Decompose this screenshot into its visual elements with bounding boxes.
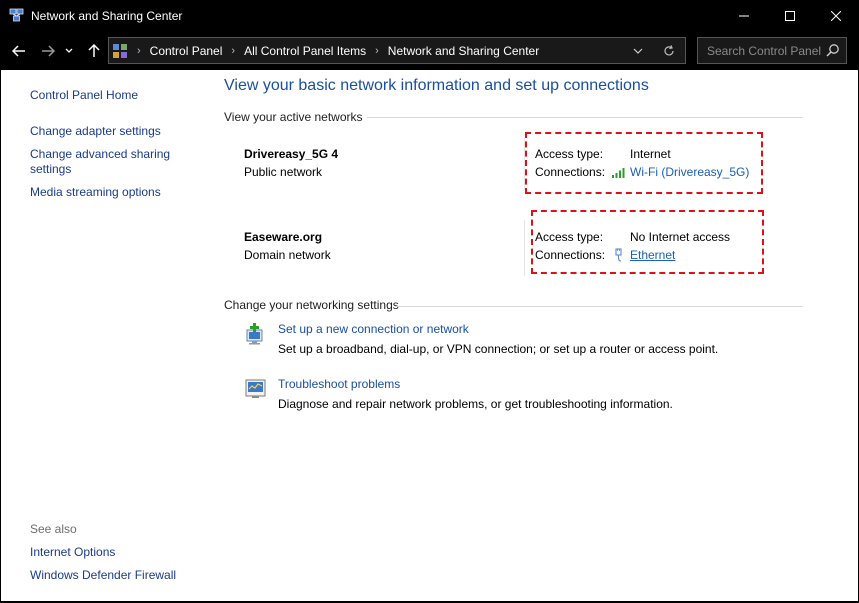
wifi-connection-label: Wi-Fi (Drivereasy_5G) bbox=[630, 165, 750, 179]
section-divider bbox=[395, 306, 803, 307]
recent-locations-button[interactable] bbox=[62, 40, 76, 62]
access-type-label: Access type: bbox=[535, 147, 604, 161]
maximize-icon bbox=[785, 11, 795, 21]
wifi-connection-link[interactable]: Wi-Fi (Drivereasy_5G) bbox=[611, 165, 749, 179]
connections-label: Connections: bbox=[535, 165, 606, 179]
search-icon[interactable] bbox=[826, 43, 840, 57]
window-title: Network and Sharing Center bbox=[31, 9, 183, 23]
troubleshoot-icon bbox=[245, 379, 266, 398]
access-type-value: Internet bbox=[630, 147, 671, 161]
section-divider bbox=[367, 117, 803, 118]
forward-button[interactable] bbox=[37, 40, 59, 62]
sidebar: Control Panel Home Change adapter settin… bbox=[1, 70, 213, 601]
minimize-icon bbox=[739, 15, 749, 17]
control-panel-home-link[interactable]: Control Panel Home bbox=[30, 88, 138, 103]
ethernet-connection-link[interactable]: Ethernet bbox=[613, 248, 675, 262]
breadcrumb-all-items[interactable]: All Control Panel Items bbox=[244, 44, 366, 58]
change-advanced-sharing-link[interactable]: Change advanced sharing settings bbox=[30, 147, 190, 177]
ethernet-plug-icon bbox=[615, 248, 622, 262]
column-divider bbox=[524, 220, 525, 276]
new-connection-icon bbox=[246, 323, 263, 345]
arrow-left-icon bbox=[12, 45, 25, 57]
media-streaming-options-link[interactable]: Media streaming options bbox=[30, 185, 161, 200]
connections-label: Connections: bbox=[535, 248, 606, 262]
active-networks-header: View your active networks bbox=[224, 110, 363, 124]
see-also-label: See also bbox=[30, 522, 77, 536]
up-button[interactable] bbox=[83, 40, 105, 62]
network-category-link[interactable]: Domain network bbox=[244, 248, 331, 262]
chevron-down-icon bbox=[65, 48, 73, 53]
network-name: Easeware.org bbox=[244, 230, 323, 244]
breadcrumb-network-center[interactable]: Network and Sharing Center bbox=[388, 44, 539, 58]
close-button[interactable] bbox=[813, 0, 859, 32]
page-title: View your basic network information and … bbox=[224, 77, 649, 94]
network-category-link[interactable]: Public network bbox=[244, 165, 322, 179]
address-bar[interactable]: › Control Panel › All Control Panel Item… bbox=[108, 37, 686, 64]
search-box[interactable]: Search Control Panel bbox=[697, 37, 847, 64]
back-button[interactable] bbox=[8, 40, 30, 62]
network-name: Drivereasy_5G 4 bbox=[244, 147, 339, 161]
address-dropdown-button[interactable] bbox=[629, 42, 647, 60]
setup-new-connection-description: Set up a broadband, dial-up, or VPN conn… bbox=[278, 342, 719, 356]
windows-defender-firewall-link[interactable]: Windows Defender Firewall bbox=[30, 568, 176, 583]
arrow-up-icon bbox=[88, 44, 100, 57]
access-type-label: Access type: bbox=[535, 230, 604, 244]
refresh-icon bbox=[664, 45, 674, 56]
task-troubleshoot: Troubleshoot problems Diagnose and repai… bbox=[244, 377, 804, 417]
breadcrumb-separator-icon: › bbox=[231, 44, 236, 57]
ethernet-connection-label: Ethernet bbox=[630, 248, 676, 262]
minimize-button[interactable] bbox=[721, 0, 767, 32]
close-icon bbox=[831, 11, 841, 21]
maximize-button[interactable] bbox=[767, 0, 813, 32]
breadcrumb-control-panel[interactable]: Control Panel bbox=[150, 44, 223, 58]
navigation-bar: › Control Panel › All Control Panel Item… bbox=[0, 32, 859, 70]
change-adapter-settings-link[interactable]: Change adapter settings bbox=[30, 124, 161, 139]
breadcrumb-separator-icon: › bbox=[375, 44, 379, 57]
control-panel-icon bbox=[113, 43, 127, 58]
breadcrumb-separator-icon: › bbox=[137, 44, 141, 57]
task-new-connection: Set up a new connection or network Set u… bbox=[244, 322, 804, 362]
setup-new-connection-link[interactable]: Set up a new connection or network bbox=[278, 322, 469, 336]
troubleshoot-problems-link[interactable]: Troubleshoot problems bbox=[278, 377, 400, 391]
main-panel: View your basic network information and … bbox=[213, 70, 858, 601]
content-area: Control Panel Home Change adapter settin… bbox=[1, 70, 858, 601]
highlight-box bbox=[525, 132, 763, 194]
wifi-signal-icon bbox=[612, 167, 625, 178]
troubleshoot-problems-description: Diagnose and repair network problems, or… bbox=[278, 397, 673, 411]
search-input[interactable]: Search Control Panel bbox=[707, 44, 821, 58]
change-settings-header: Change your networking settings bbox=[224, 298, 399, 312]
network-center-icon bbox=[9, 8, 24, 22]
access-type-value: No Internet access bbox=[630, 230, 731, 244]
refresh-button[interactable] bbox=[659, 42, 679, 60]
chevron-down-icon bbox=[633, 48, 643, 54]
internet-options-link[interactable]: Internet Options bbox=[30, 545, 115, 560]
title-bar: Network and Sharing Center bbox=[0, 0, 859, 32]
breadcrumb: › Control Panel › All Control Panel Item… bbox=[109, 38, 539, 63]
arrow-right-icon bbox=[42, 45, 55, 57]
